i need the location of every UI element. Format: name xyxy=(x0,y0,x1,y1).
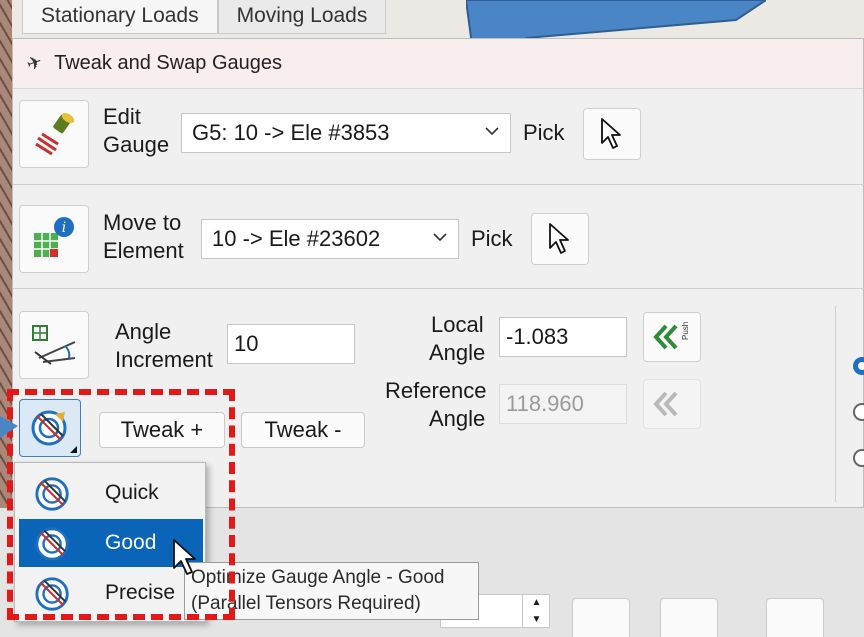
local-angle-label-line1: Local xyxy=(431,312,484,337)
push-reference-angle-button xyxy=(643,379,701,429)
reference-angle-input: 118.960 xyxy=(499,384,627,424)
edit-gauge-value: G5: 10 -> Ele #3853 xyxy=(192,120,390,145)
grid-angle-icon xyxy=(32,325,76,365)
double-chevron-left-icon xyxy=(653,391,678,417)
double-chevron-left-icon: Push xyxy=(653,322,690,350)
reference-angle-value: 118.960 xyxy=(506,391,584,416)
edit-gauge-label-line1: Edit xyxy=(103,104,141,129)
callout-pointer xyxy=(0,416,18,438)
mouse-cursor-icon xyxy=(173,539,196,575)
angle-tool-button[interactable] xyxy=(19,311,89,379)
chevron-down-icon xyxy=(485,127,499,136)
edit-gauge-row: Edit Gauge G5: 10 -> Ele #3853 Pick xyxy=(13,89,864,185)
flashlight-gauge-icon xyxy=(35,112,75,156)
section-divider xyxy=(835,306,836,502)
angle-increment-input[interactable]: 10 xyxy=(227,324,355,364)
spinbox-arrows[interactable]: ▲ ▼ xyxy=(522,594,550,628)
dialog-titlebar: ✈ Tweak and Swap Gauges xyxy=(13,39,863,89)
highlight-box xyxy=(7,389,235,620)
grid-info-icon: i xyxy=(34,217,74,257)
radio-option-1[interactable] xyxy=(853,357,864,375)
edit-gauge-pick-label: Pick xyxy=(523,120,565,145)
background-tab-strip: Stationary Loads Moving Loads xyxy=(22,0,387,34)
svg-text:Push: Push xyxy=(681,322,690,340)
dialog-title: Tweak and Swap Gauges xyxy=(54,52,283,74)
move-to-label-line1: Move to xyxy=(103,210,182,235)
local-angle-value: -1.083 xyxy=(506,324,569,349)
pick-gauge-button[interactable] xyxy=(583,108,641,160)
svg-text:i: i xyxy=(62,220,66,236)
grid-gauge-icon[interactable] xyxy=(660,598,718,637)
angle-increment-label-line2: Increment xyxy=(115,347,213,372)
reference-angle-label-line2: Angle xyxy=(429,406,486,431)
move-to-pick-label: Pick xyxy=(471,226,513,251)
local-angle-input[interactable]: -1.083 xyxy=(499,317,627,357)
pin-icon[interactable]: ✈ xyxy=(24,51,45,76)
edit-gauge-label-line2: Gauge xyxy=(103,132,170,157)
angle-increment-label-line1: Angle xyxy=(115,319,172,344)
grid-gauge-icon[interactable] xyxy=(572,598,630,637)
chevron-down-icon xyxy=(433,233,447,242)
move-to-element-button[interactable]: i xyxy=(19,205,89,273)
reference-angle-label-line1: Reference xyxy=(385,378,487,403)
tab-stationary-loads[interactable]: Stationary Loads xyxy=(22,0,218,34)
move-to-element-value: 10 -> Ele #23602 xyxy=(212,226,381,251)
move-to-element-row: i Move to Element 10 -> Ele #23602 Pick xyxy=(13,185,864,289)
edit-gauge-select[interactable]: G5: 10 -> Ele #3853 xyxy=(181,113,511,153)
radio-option-3[interactable] xyxy=(853,449,864,467)
pick-element-button[interactable] xyxy=(531,213,589,265)
radio-option-2[interactable] xyxy=(853,403,864,421)
grid-angle-icon[interactable] xyxy=(766,598,824,637)
angle-increment-value: 10 xyxy=(234,331,259,356)
tab-moving-loads[interactable]: Moving Loads xyxy=(217,0,387,34)
cursor-arrow-icon xyxy=(549,223,569,254)
push-local-angle-button[interactable]: Push xyxy=(643,312,701,362)
move-to-element-select[interactable]: 10 -> Ele #23602 xyxy=(201,219,459,259)
local-angle-label-line2: Angle xyxy=(429,340,486,365)
tweak-minus-button[interactable]: Tweak - xyxy=(241,412,365,448)
edit-gauge-button[interactable] xyxy=(19,100,89,168)
cursor-arrow-icon xyxy=(601,118,621,149)
move-to-label-line2: Element xyxy=(103,238,184,263)
